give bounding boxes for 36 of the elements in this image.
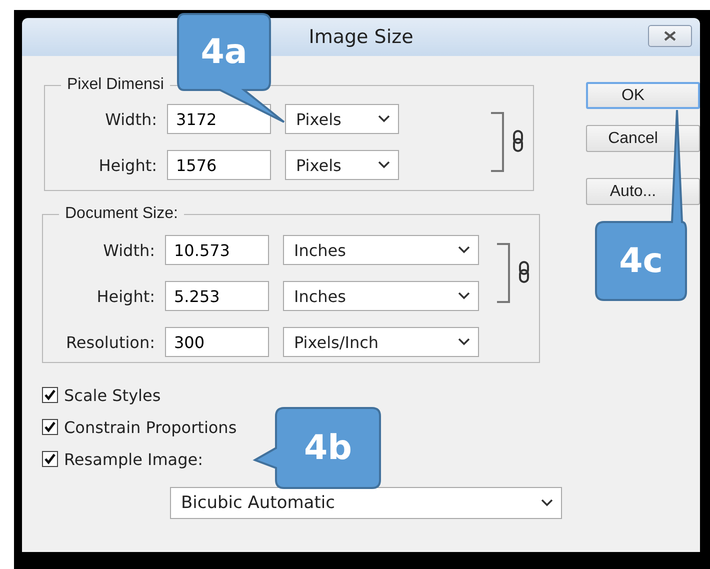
field-label: Width: (104, 110, 157, 128)
checkmark-icon (44, 453, 56, 465)
checkmark-icon (44, 421, 56, 433)
callout-label: 4b (304, 431, 352, 465)
unit-dropdown[interactable]: Pixels/Inch (283, 327, 479, 357)
dialog-button[interactable]: OK (586, 82, 700, 109)
unit-dropdown[interactable]: Inches (283, 281, 479, 311)
checkbox-label: Resample Image: (64, 450, 203, 468)
checkbox[interactable] (42, 451, 58, 467)
input-field[interactable]: 1576 (167, 150, 271, 180)
field-label: Height: (98, 156, 157, 174)
window-title: Image Size (308, 26, 414, 48)
checkbox[interactable] (42, 419, 58, 435)
unit-dropdown[interactable]: Pixels (285, 150, 399, 180)
callout-label: 4a (200, 35, 248, 69)
input-field[interactable]: 3172 (167, 104, 271, 134)
resample-dropdown[interactable]: Bicubic Automatic (170, 487, 562, 519)
unit-dropdown[interactable]: Pixels (285, 104, 399, 134)
group-title: Document Size: (64, 205, 179, 223)
checkbox-label: Constrain Proportions (64, 418, 237, 436)
input-field[interactable]: 10.573 (165, 235, 269, 265)
unit-dropdown[interactable]: Inches (283, 235, 479, 265)
checkbox-label: Scale Styles (64, 386, 161, 404)
field-label: Width: (102, 240, 155, 260)
field-label: Height: (96, 286, 155, 306)
close-icon (663, 31, 677, 41)
checkmark-icon (44, 389, 56, 401)
input-field[interactable]: 5.253 (165, 281, 269, 311)
field-label: Resolution: (65, 332, 155, 352)
callout-label: 4c (619, 244, 663, 278)
input-field[interactable]: 300 (165, 327, 269, 357)
checkbox[interactable] (42, 387, 58, 403)
dialog-button[interactable]: Cancel (586, 125, 700, 152)
close-button[interactable] (648, 25, 692, 47)
group-title: Pixel Dimensi (66, 76, 165, 94)
dialog-button[interactable]: Auto... (586, 178, 700, 205)
